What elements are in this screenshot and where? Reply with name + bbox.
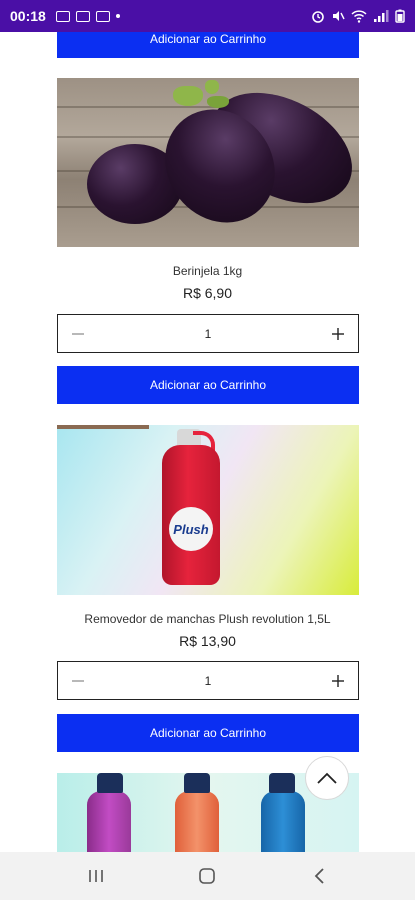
product-price: R$ 6,90 <box>182 285 233 301</box>
minus-icon <box>72 679 84 682</box>
quantity-value[interactable]: 1 <box>98 327 318 341</box>
add-to-cart-button[interactable]: Adicionar ao Carrinho <box>57 366 359 404</box>
decrease-quantity-button[interactable] <box>58 315 98 352</box>
quantity-value[interactable]: 1 <box>98 674 318 688</box>
decrease-quantity-button[interactable] <box>58 662 98 699</box>
status-bar: 00:18 <box>0 0 415 32</box>
dot-icon <box>115 14 120 18</box>
plush-bottle-image[interactable]: Plush <box>57 425 359 595</box>
wifi-icon <box>351 10 367 23</box>
plush-logo: Plush <box>169 507 213 551</box>
eggplant-image[interactable] <box>57 78 359 247</box>
product-list[interactable]: Adicionar ao Carrinho Berinjela 1kg R$ 6… <box>0 32 415 852</box>
card-icon <box>75 10 90 22</box>
card-icon <box>95 10 110 22</box>
increase-quantity-button[interactable] <box>318 662 358 699</box>
plus-icon <box>332 674 344 687</box>
mute-icon <box>333 11 345 21</box>
status-time: 00:18 <box>10 8 46 24</box>
battery-icon <box>395 9 405 23</box>
home-button[interactable] <box>185 858 229 894</box>
back-icon <box>314 868 324 884</box>
home-icon <box>199 868 216 884</box>
alarm-icon <box>312 11 324 23</box>
add-to-cart-button[interactable]: Adicionar ao Carrinho <box>57 32 359 58</box>
signal-icon <box>374 10 389 22</box>
product-price: R$ 13,90 <box>179 633 236 649</box>
chevron-up-icon <box>317 772 337 784</box>
recent-apps-icon <box>89 870 103 882</box>
plus-icon <box>332 327 344 340</box>
increase-quantity-button[interactable] <box>318 315 358 352</box>
system-nav-bar <box>0 852 415 900</box>
quantity-stepper[interactable]: 1 <box>57 314 359 353</box>
image-icon <box>55 10 70 22</box>
add-to-cart-button[interactable]: Adicionar ao Carrinho <box>57 714 359 752</box>
scroll-to-top-button[interactable] <box>305 756 349 800</box>
product-name[interactable]: Removedor de manchas Plush revolution 1,… <box>0 612 415 626</box>
product-name[interactable]: Berinjela 1kg <box>0 264 415 278</box>
minus-icon <box>72 332 84 335</box>
recent-apps-button[interactable] <box>74 858 118 894</box>
back-button[interactable] <box>297 858 341 894</box>
quantity-stepper[interactable]: 1 <box>57 661 359 700</box>
